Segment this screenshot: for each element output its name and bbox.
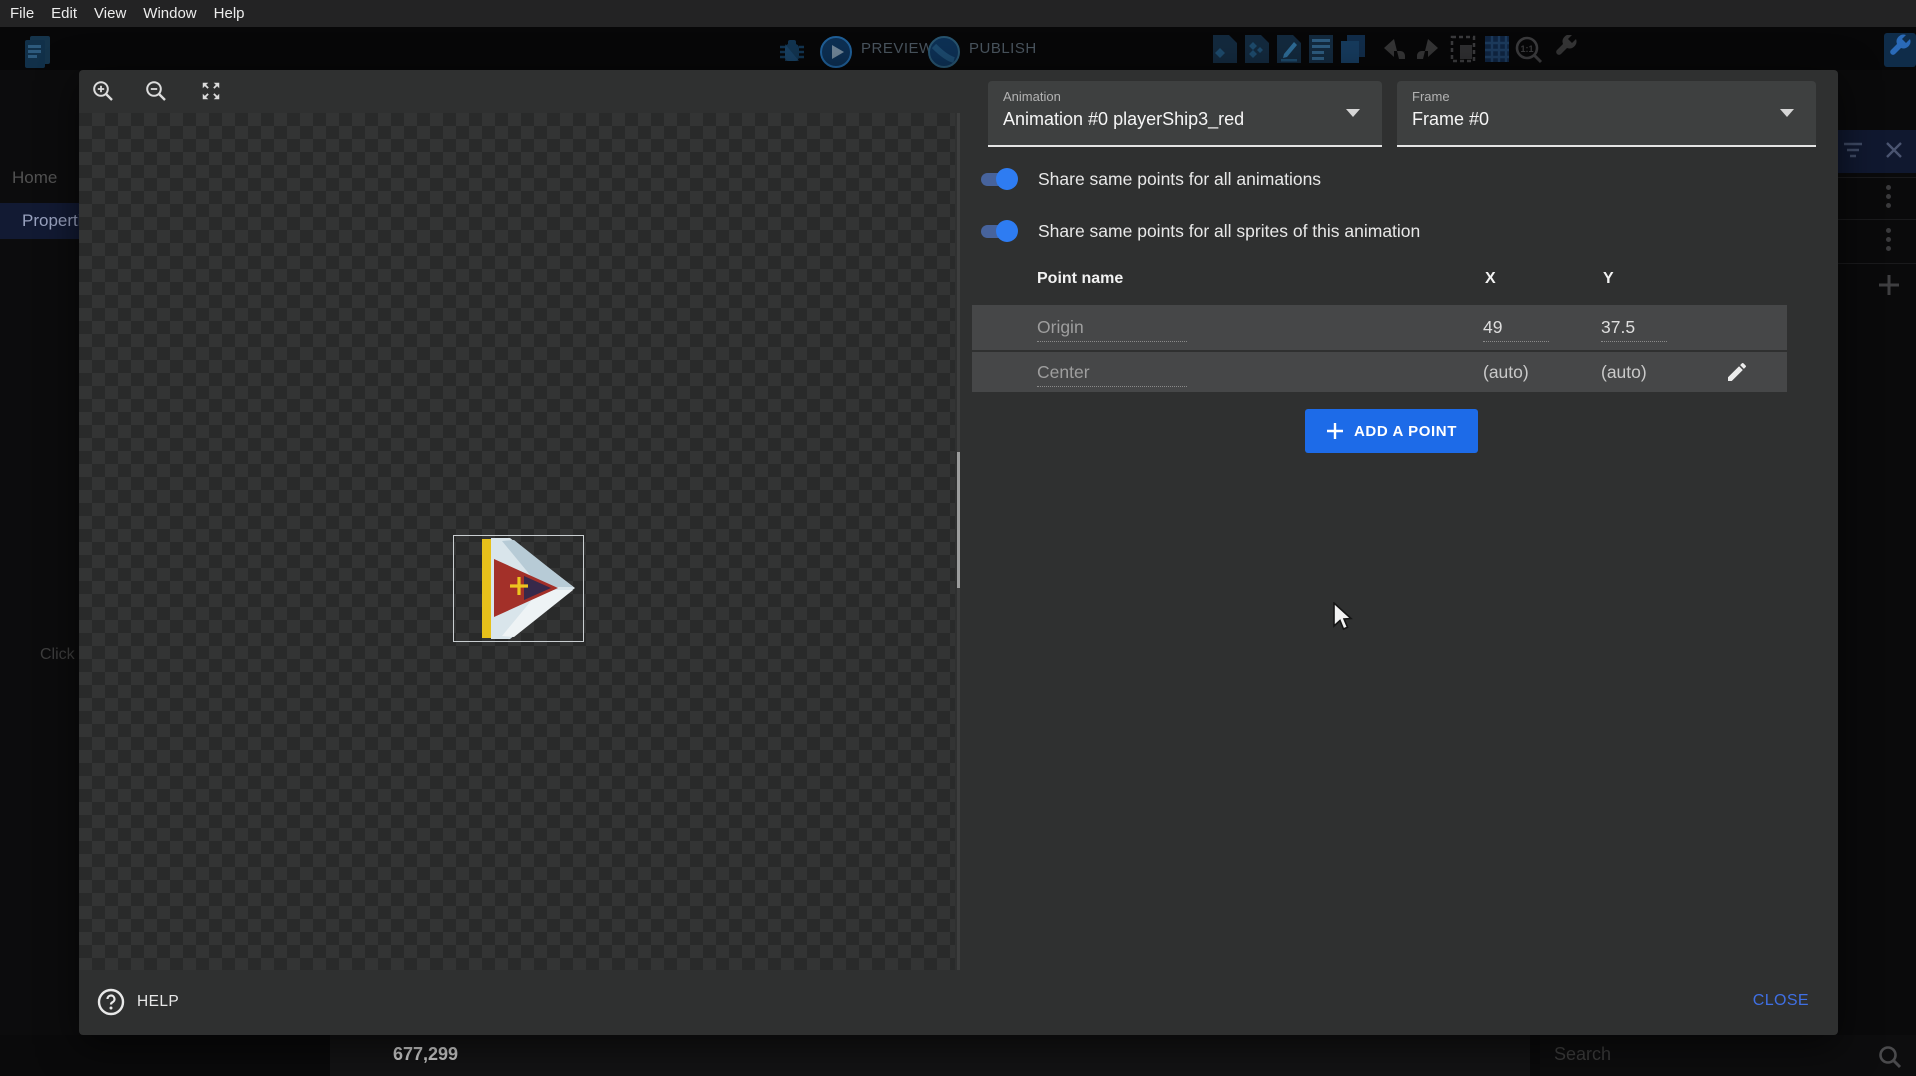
- side-tools-wrench-icon[interactable]: [1884, 33, 1916, 67]
- dialog-footer: HELP CLOSE: [79, 970, 1838, 1035]
- menu-help[interactable]: Help: [212, 5, 256, 22]
- search-icon: [1878, 1045, 1902, 1069]
- zoom-in-icon[interactable]: [92, 80, 114, 102]
- debug-bug-icon[interactable]: [776, 38, 808, 66]
- preview-play-icon[interactable]: [820, 36, 852, 68]
- grid-icon[interactable]: [1484, 35, 1510, 63]
- frame-select-value: Frame #0: [1412, 109, 1489, 130]
- menu-view[interactable]: View: [92, 5, 137, 22]
- center-y-value: (auto): [1601, 352, 1647, 392]
- center-x-value: (auto): [1483, 352, 1529, 392]
- filter-icon[interactable]: [1843, 142, 1863, 160]
- redo-icon[interactable]: [1414, 36, 1440, 62]
- frame-select-label: Frame: [1412, 89, 1450, 104]
- bottom-status-bar: 677,299 Search: [0, 1035, 1916, 1076]
- header-x: X: [1485, 270, 1496, 288]
- menu-edit[interactable]: Edit: [49, 5, 88, 22]
- help-button[interactable]: HELP: [97, 986, 179, 1018]
- kebab-menu-icon-2[interactable]: [1886, 228, 1892, 252]
- properties-list-icon[interactable]: [1308, 34, 1334, 64]
- plus-icon: [1326, 422, 1344, 440]
- points-table-header: Point name X Y: [972, 270, 1787, 302]
- chevron-down-icon: [1780, 109, 1794, 117]
- share-points-all-animations-row: Share same points for all animations: [978, 166, 1321, 192]
- zoom-out-icon[interactable]: [145, 80, 167, 102]
- scrollbar-thumb[interactable]: [957, 452, 960, 588]
- status-area: 677,299: [330, 1035, 1530, 1076]
- edit-scene-icon[interactable]: [1276, 34, 1302, 64]
- table-row-center: Center (auto) (auto): [972, 352, 1787, 392]
- edit-pencil-icon[interactable]: [1725, 360, 1749, 384]
- header-y: Y: [1603, 270, 1614, 288]
- preview-button[interactable]: PREVIEW: [861, 40, 934, 57]
- menu-window[interactable]: Window: [141, 5, 207, 22]
- mouse-cursor: [1332, 602, 1354, 634]
- canvas-scrollbar[interactable]: [957, 113, 960, 970]
- share-points-all-sprites-row: Share same points for all sprites of thi…: [978, 218, 1420, 244]
- animation-select-value: Animation #0 playerShip3_red: [1003, 109, 1244, 130]
- add-point-label: ADD A POINT: [1354, 423, 1457, 440]
- menu-file[interactable]: File: [8, 5, 45, 22]
- application-window: File Edit View Window Help PREVIEW PUBL: [0, 0, 1916, 1076]
- add-icon[interactable]: [1878, 274, 1900, 296]
- layers-icon[interactable]: [1340, 34, 1366, 64]
- toggle-label: Share same points for all sprites of thi…: [1038, 218, 1420, 244]
- main-toolbar: PREVIEW PUBLISH: [0, 27, 1916, 70]
- close-panel-icon[interactable]: [1885, 141, 1903, 159]
- origin-x-field[interactable]: 49: [1483, 317, 1549, 342]
- animation-select[interactable]: Animation Animation #0 playerShip3_red: [988, 81, 1382, 147]
- player-ship-sprite: [454, 536, 583, 641]
- add-point-button[interactable]: ADD A POINT: [1305, 409, 1478, 453]
- new-object-icon[interactable]: [1212, 34, 1238, 64]
- frame-select[interactable]: Frame Frame #0: [1397, 81, 1816, 147]
- selection-mask-icon[interactable]: [1450, 35, 1476, 63]
- origin-name-field[interactable]: Origin: [1037, 317, 1187, 342]
- undo-icon[interactable]: [1382, 36, 1408, 62]
- center-name-field[interactable]: Center: [1037, 362, 1187, 387]
- toggle-label: Share same points for all animations: [1038, 166, 1321, 192]
- help-label: HELP: [137, 993, 179, 1011]
- sprite-bounding-box: [453, 535, 584, 642]
- one-to-one-label: 1:1: [1520, 44, 1533, 54]
- close-button[interactable]: CLOSE: [1753, 992, 1809, 1010]
- edit-points-dialog: Animation Animation #0 playerShip3_red F…: [79, 70, 1838, 1035]
- header-point-name: Point name: [1037, 270, 1123, 288]
- chevron-down-icon: [1346, 109, 1360, 117]
- properties-hint-text: Click: [40, 646, 79, 664]
- publish-globe-icon[interactable]: [928, 36, 960, 68]
- origin-y-field[interactable]: 37.5: [1601, 317, 1667, 342]
- canvas-toolbar: [79, 70, 955, 113]
- left-background-panel: Home Properties Click: [0, 70, 79, 1035]
- events-sheet-icon[interactable]: [24, 35, 52, 71]
- search-input[interactable]: Search: [1554, 1044, 1611, 1065]
- objects-list-icon[interactable]: [1244, 34, 1270, 64]
- share-points-all-animations-toggle[interactable]: [978, 166, 1018, 192]
- menu-bar: File Edit View Window Help: [0, 0, 1916, 27]
- fit-to-screen-icon[interactable]: [200, 80, 222, 102]
- panel-header-bar: [1838, 130, 1916, 173]
- help-circle-icon: [97, 988, 125, 1016]
- tab-home[interactable]: Home: [12, 168, 57, 188]
- tools-wrench-icon[interactable]: [1554, 35, 1580, 63]
- table-row-origin: Origin 49 37.5: [972, 305, 1787, 350]
- share-points-all-sprites-toggle[interactable]: [978, 218, 1018, 244]
- search-bar[interactable]: Search: [1540, 1035, 1916, 1076]
- zoom-one-to-one-icon[interactable]: 1:1: [1514, 35, 1544, 65]
- publish-button[interactable]: PUBLISH: [969, 40, 1037, 57]
- animation-select-label: Animation: [1003, 89, 1061, 104]
- kebab-menu-icon[interactable]: [1886, 185, 1892, 209]
- right-background-panel: [1838, 70, 1916, 1035]
- cursor-coordinates: 677,299: [393, 1044, 458, 1065]
- sprite-canvas[interactable]: [79, 113, 955, 970]
